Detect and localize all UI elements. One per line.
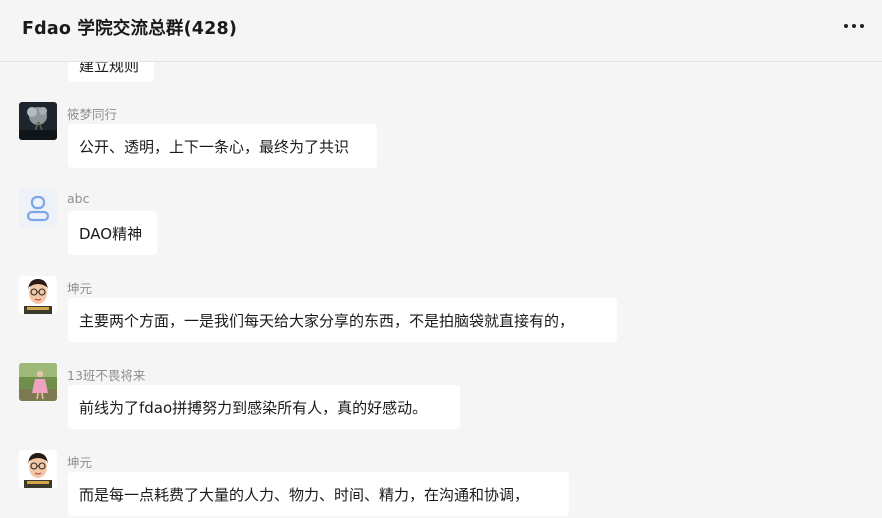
photo-dark-flower-icon — [19, 102, 57, 140]
message-bubble[interactable]: 主要两个方面，一是我们每天给大家分享的东西，不是拍脑袋就直接有的， — [68, 298, 617, 342]
sender-name[interactable]: 坤元 — [67, 278, 92, 297]
chat-header: Fdao 学院交流总群(428) — [0, 0, 882, 62]
avatar[interactable] — [19, 363, 57, 401]
message-bubble[interactable]: 建立规则 — [68, 62, 154, 82]
message-bubble[interactable]: 前线为了fdao拼搏努力到感染所有人，真的好感动。 — [68, 385, 460, 429]
message-text: 前线为了fdao拼搏努力到感染所有人，真的好感动。 — [79, 398, 428, 417]
sender-name[interactable]: abc — [67, 191, 89, 206]
message-text: 公开、透明，上下一条心，最终为了共识 — [79, 137, 350, 156]
cartoon-man-glasses-icon — [19, 450, 57, 488]
message-bubble[interactable]: DAO精神 — [68, 211, 157, 255]
sender-name[interactable]: 13班不畏将来 — [67, 365, 145, 384]
default-user-icon — [19, 189, 57, 227]
cartoon-man-glasses-icon — [19, 276, 57, 314]
message-text: 而是每一点耗费了大量的人力、物力、时间、精力，在沟通和协调， — [79, 485, 530, 504]
sender-name[interactable]: 筱梦同行 — [67, 104, 117, 123]
message-bubble[interactable]: 而是每一点耗费了大量的人力、物力、时间、精力，在沟通和协调， — [68, 472, 569, 516]
message-text: 主要两个方面，一是我们每天给大家分享的东西，不是拍脑袋就直接有的， — [79, 311, 575, 330]
avatar[interactable] — [19, 102, 57, 140]
more-horizontal-icon — [844, 24, 864, 28]
message-bubble[interactable]: 公开、透明，上下一条心，最终为了共识 — [68, 124, 377, 168]
photo-girl-pink-dress-icon — [19, 363, 57, 401]
message-text: DAO精神 — [79, 224, 143, 243]
message-list[interactable]: 建立规则 筱梦同行 公开、透明，上下一条心，最终为了共识 abc DAO精神 坤… — [0, 62, 882, 518]
avatar[interactable] — [19, 276, 57, 314]
sender-name[interactable]: 坤元 — [67, 452, 92, 471]
avatar[interactable] — [19, 450, 57, 488]
message-text: 建立规则 — [79, 62, 140, 75]
more-options-button[interactable] — [840, 18, 868, 34]
group-title[interactable]: Fdao 学院交流总群(428) — [22, 15, 237, 40]
avatar[interactable] — [19, 189, 57, 227]
